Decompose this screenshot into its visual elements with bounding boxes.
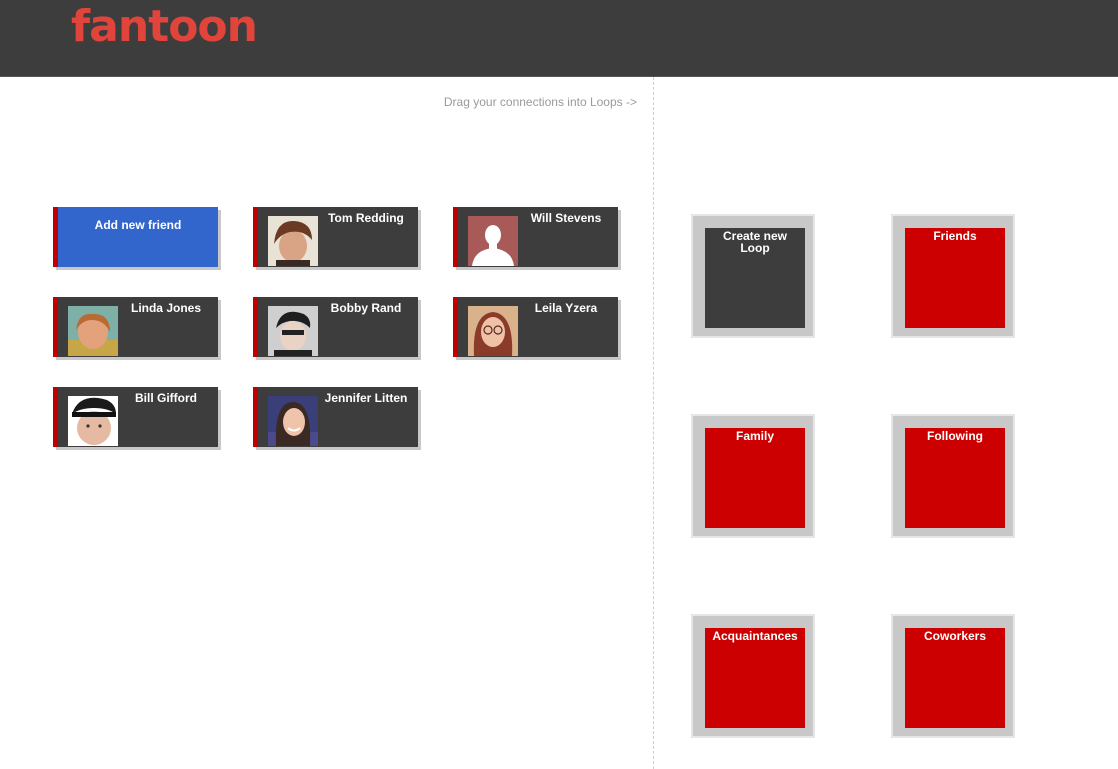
loop-label: Family — [735, 429, 774, 443]
add-new-friend-button[interactable]: Add new friend — [53, 207, 218, 267]
fantoon-logo[interactable]: fantoon — [71, 0, 258, 54]
friend-card-bobby-rand[interactable]: Bobby Rand — [253, 297, 418, 357]
friend-card-leila-yzera[interactable]: Leila Yzera — [453, 297, 618, 357]
friend-card-bill-gifford[interactable]: Bill Gifford — [53, 387, 218, 447]
loop-label: Coworkers — [923, 629, 987, 643]
friend-card-will-stevens[interactable]: Will Stevens — [453, 207, 618, 267]
drag-hint: Drag your connections into Loops -> — [443, 95, 637, 109]
top-header: fantoon — [0, 0, 1118, 77]
loop-label: Acquaintances — [712, 629, 798, 643]
loop-acquaintances[interactable]: Acquaintances — [691, 614, 815, 738]
loop-tile: Family — [705, 428, 805, 528]
friend-name: Jennifer Litten — [324, 391, 408, 405]
loop-tile: Coworkers — [905, 628, 1005, 728]
loop-tile: Following — [905, 428, 1005, 528]
friend-name: Linda Jones — [130, 301, 201, 315]
add-new-friend-label: Add new friend — [94, 218, 182, 232]
friend-name: Leila Yzera — [534, 301, 598, 315]
loop-coworkers[interactable]: Coworkers — [891, 614, 1015, 738]
avatar-jennifer-litten — [268, 396, 318, 446]
default-avatar-silhouette-icon — [468, 216, 518, 266]
loop-following[interactable]: Following — [891, 414, 1015, 538]
loop-label: Following — [927, 429, 983, 443]
loop-friends[interactable]: Friends — [891, 214, 1015, 338]
loop-family[interactable]: Family — [691, 414, 815, 538]
friend-name: Bobby Rand — [330, 301, 402, 315]
column-divider — [653, 77, 654, 769]
friend-name: Will Stevens — [530, 211, 602, 225]
friend-name: Tom Redding — [328, 211, 404, 225]
avatar-leila-yzera — [468, 306, 518, 356]
create-loop-tile: Create new Loop — [705, 228, 805, 328]
create-loop-label: Create new Loop — [722, 229, 788, 255]
loop-tile: Friends — [905, 228, 1005, 328]
avatar-bobby-rand — [268, 306, 318, 356]
avatar-bill-gifford — [68, 396, 118, 446]
friend-card-linda-jones[interactable]: Linda Jones — [53, 297, 218, 357]
friend-name: Bill Gifford — [135, 391, 197, 405]
friend-card-tom-redding[interactable]: Tom Redding — [253, 207, 418, 267]
create-new-loop-button[interactable]: Create new Loop — [691, 214, 815, 338]
avatar-tom-redding — [268, 216, 318, 266]
loop-tile: Acquaintances — [705, 628, 805, 728]
avatar-linda-jones — [68, 306, 118, 356]
friend-card-jennifer-litten[interactable]: Jennifer Litten — [253, 387, 418, 447]
loop-label: Friends — [933, 229, 977, 243]
